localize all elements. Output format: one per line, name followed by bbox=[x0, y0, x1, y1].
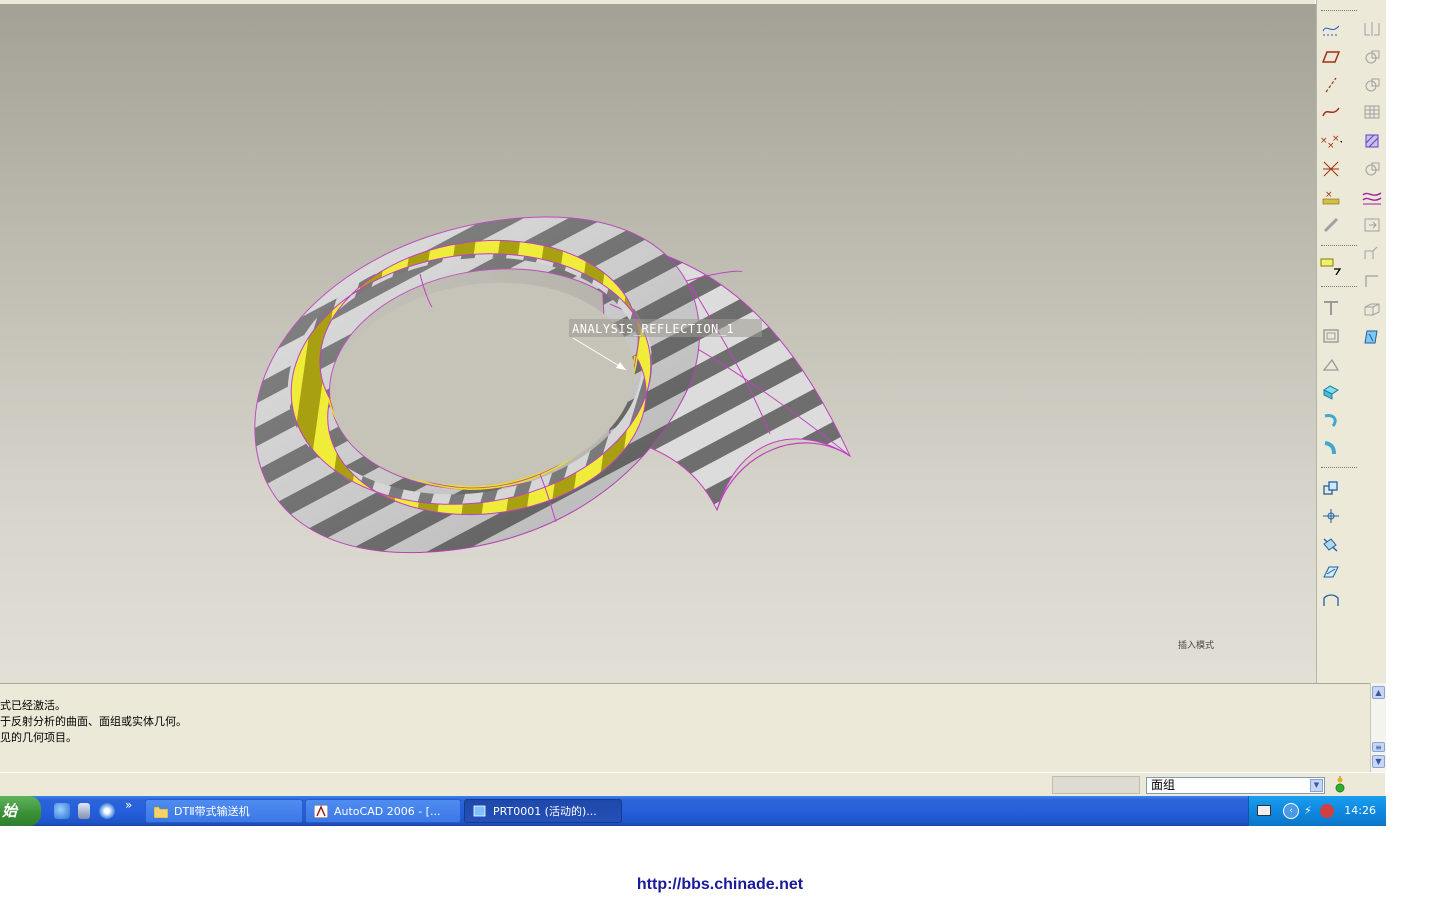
grid-icon[interactable] bbox=[1361, 101, 1383, 123]
sketch-curve-icon[interactable] bbox=[1320, 18, 1342, 40]
svg-text:×: × bbox=[1332, 134, 1340, 144]
graphics-viewport[interactable]: ANALYSIS_REFLECTION_1 插入模式 bbox=[0, 4, 1316, 683]
chevron-down-icon[interactable]: ▼ bbox=[1310, 779, 1323, 792]
filter-value: 面组 bbox=[1151, 778, 1176, 792]
shell-icon[interactable] bbox=[1320, 297, 1342, 319]
copy-feature-icon[interactable] bbox=[1361, 46, 1383, 68]
fill-icon[interactable] bbox=[1361, 130, 1383, 152]
traffic-light-icon[interactable] bbox=[1335, 776, 1345, 794]
scroll-down-icon[interactable]: ▼ bbox=[1372, 755, 1385, 768]
status-bar: 面组 ▼ bbox=[0, 772, 1385, 797]
network-icon[interactable]: ⚡ bbox=[1304, 804, 1316, 818]
analysis-feature-icon[interactable]: × bbox=[1320, 186, 1342, 208]
note-icon[interactable] bbox=[1320, 254, 1342, 276]
taskbar-item-autocad[interactable]: AutoCAD 2006 - [... bbox=[305, 799, 461, 823]
extrude-icon[interactable] bbox=[1320, 381, 1342, 403]
desktop-icon[interactable] bbox=[78, 803, 90, 819]
taskbar-item-proe[interactable]: PRT0001 (活动的)... bbox=[464, 799, 622, 823]
style-icon[interactable] bbox=[1361, 186, 1383, 208]
keyboard-icon[interactable] bbox=[1257, 805, 1271, 816]
mode-indicator: 插入模式 bbox=[1178, 641, 1215, 651]
datum-curve-icon[interactable] bbox=[1320, 101, 1342, 123]
svg-text:×: × bbox=[1325, 190, 1333, 200]
security-icon[interactable] bbox=[1320, 804, 1334, 818]
surface-trim-icon[interactable] bbox=[1320, 561, 1342, 583]
selection-filter-select[interactable]: 面组 ▼ bbox=[1146, 777, 1325, 794]
tray-expand-icon[interactable]: ‹ bbox=[1283, 803, 1299, 819]
analysis-annotation-label[interactable]: ANALYSIS_REFLECTION_1 bbox=[572, 322, 734, 336]
model-render: ANALYSIS_REFLECTION_1 bbox=[254, 216, 852, 554]
chamfer-icon[interactable] bbox=[1361, 270, 1383, 292]
scroll-up-icon[interactable]: ▲ bbox=[1372, 686, 1385, 699]
toolbar-separator bbox=[1321, 245, 1357, 246]
ie-icon[interactable] bbox=[54, 803, 70, 819]
merge-icon[interactable] bbox=[1320, 533, 1342, 555]
sweep-icon[interactable] bbox=[1320, 437, 1342, 459]
folder-icon bbox=[154, 806, 168, 818]
system-tray: ‹ ⚡ 14:26 bbox=[1248, 796, 1386, 826]
link-icon[interactable] bbox=[1320, 214, 1342, 236]
message-scrollbar[interactable]: ▲ ≡ ▼ bbox=[1370, 683, 1386, 772]
windows-taskbar: 始 » DTⅡ带式输送机 AutoCAD 2006 - [... PRT0001… bbox=[0, 796, 1386, 826]
revolve-icon[interactable] bbox=[1320, 409, 1342, 431]
feature-toolbar: × × × × bbox=[1316, 0, 1386, 683]
scroll-thumb[interactable]: ≡ bbox=[1372, 742, 1385, 752]
watermark-url: http://bbs.chinade.net bbox=[636, 876, 804, 893]
rib-icon[interactable] bbox=[1361, 298, 1383, 320]
datum-axis-icon[interactable] bbox=[1320, 74, 1342, 96]
datum-plane-icon[interactable] bbox=[1320, 46, 1342, 68]
boundary-blend-icon[interactable] bbox=[1320, 589, 1342, 611]
draft-icon[interactable] bbox=[1320, 353, 1342, 375]
round-icon[interactable] bbox=[1361, 242, 1383, 264]
message-line: 见的几何项目。 bbox=[0, 731, 77, 744]
pattern-icon[interactable] bbox=[1320, 505, 1342, 527]
message-line: 式已经激活。 bbox=[0, 699, 66, 712]
taskbar-item-explorer[interactable]: DTⅡ带式输送机 bbox=[145, 799, 303, 823]
status-panel bbox=[1052, 776, 1140, 794]
copy-icon[interactable] bbox=[1320, 477, 1342, 499]
move-icon[interactable] bbox=[1361, 74, 1383, 96]
clock[interactable]: 14:26 bbox=[1344, 796, 1376, 826]
taskbar-item-label: PRT0001 (活动的)... bbox=[493, 805, 597, 818]
toolbar-separator bbox=[1321, 286, 1357, 287]
media-icon[interactable] bbox=[99, 803, 115, 819]
window-icon bbox=[473, 805, 486, 817]
mirror-icon[interactable] bbox=[1361, 18, 1383, 40]
message-line: 于反射分析的曲面、面组或实体几何。 bbox=[0, 715, 187, 728]
blend-icon[interactable] bbox=[1361, 326, 1383, 348]
message-area: 式已经激活。 于反射分析的曲面、面组或实体几何。 见的几何项目。 bbox=[0, 683, 1370, 773]
taskbar-item-label: DTⅡ带式输送机 bbox=[174, 805, 250, 818]
datum-point-icon[interactable]: × × × bbox=[1320, 130, 1342, 152]
toolbar-separator bbox=[1321, 467, 1357, 468]
csys-icon[interactable] bbox=[1320, 158, 1342, 180]
insert-icon[interactable] bbox=[1361, 214, 1383, 236]
start-button[interactable]: 始 bbox=[0, 796, 41, 826]
offset-icon[interactable] bbox=[1361, 158, 1383, 180]
quick-launch-overflow[interactable]: » bbox=[125, 798, 132, 812]
taskbar-item-label: AutoCAD 2006 - [... bbox=[334, 805, 441, 818]
hole-icon[interactable] bbox=[1320, 325, 1342, 347]
autocad-icon bbox=[314, 805, 328, 818]
toolbar-separator bbox=[1321, 10, 1357, 11]
